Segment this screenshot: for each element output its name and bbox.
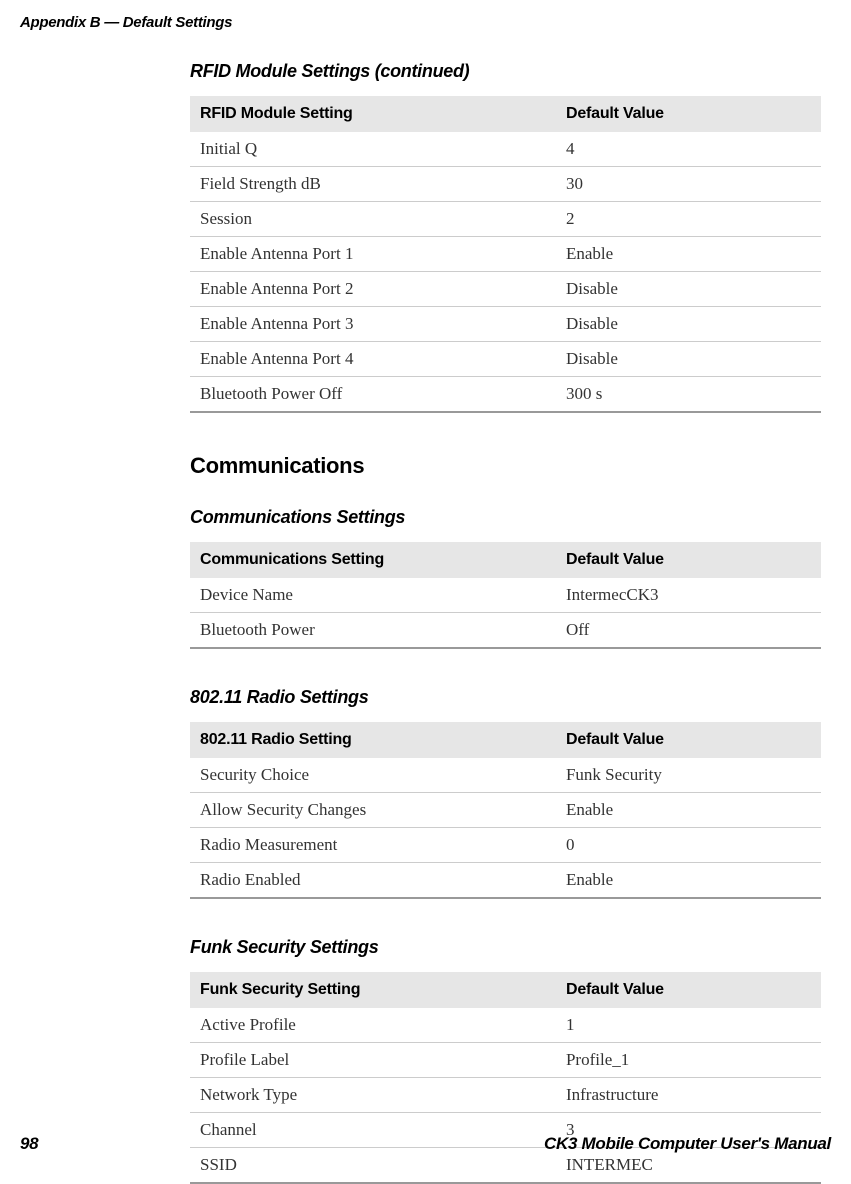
communications-table-title: Communications Settings: [190, 507, 821, 528]
value-cell: Disable: [556, 342, 821, 377]
rfid-settings-table: RFID Module Setting Default Value Initia…: [190, 96, 821, 413]
radio-col-setting: 802.11 Radio Setting: [190, 722, 556, 758]
value-cell: 4: [556, 132, 821, 167]
table-row: Enable Antenna Port 3Disable: [190, 307, 821, 342]
setting-cell: Initial Q: [190, 132, 556, 167]
setting-cell: Session: [190, 202, 556, 237]
value-cell: Disable: [556, 307, 821, 342]
value-cell: IntermecCK3: [556, 578, 821, 613]
setting-cell: Radio Measurement: [190, 828, 556, 863]
value-cell: Disable: [556, 272, 821, 307]
radio-col-value: Default Value: [556, 722, 821, 758]
table-row: Enable Antenna Port 1Enable: [190, 237, 821, 272]
table-row: Enable Antenna Port 2Disable: [190, 272, 821, 307]
communications-heading: Communications: [190, 453, 821, 479]
table-row: Profile LabelProfile_1: [190, 1043, 821, 1078]
setting-cell: Radio Enabled: [190, 863, 556, 899]
page-footer: 98 CK3 Mobile Computer User's Manual: [0, 1134, 851, 1154]
value-cell: 0: [556, 828, 821, 863]
funk-col-value: Default Value: [556, 972, 821, 1008]
value-cell: Infrastructure: [556, 1078, 821, 1113]
rfid-col-value: Default Value: [556, 96, 821, 132]
table-row: Enable Antenna Port 4Disable: [190, 342, 821, 377]
table-row: Bluetooth Power Off300 s: [190, 377, 821, 413]
setting-cell: Enable Antenna Port 4: [190, 342, 556, 377]
table-row: Bluetooth PowerOff: [190, 613, 821, 649]
value-cell: 30: [556, 167, 821, 202]
value-cell: Funk Security: [556, 758, 821, 793]
setting-cell: Bluetooth Power Off: [190, 377, 556, 413]
table-row: Device NameIntermecCK3: [190, 578, 821, 613]
table-row: Network TypeInfrastructure: [190, 1078, 821, 1113]
comm-col-value: Default Value: [556, 542, 821, 578]
manual-title: CK3 Mobile Computer User's Manual: [544, 1134, 831, 1154]
page-number: 98: [20, 1134, 38, 1154]
setting-cell: Allow Security Changes: [190, 793, 556, 828]
value-cell: Enable: [556, 793, 821, 828]
appendix-header: Appendix B — Default Settings: [0, 0, 851, 31]
setting-cell: Field Strength dB: [190, 167, 556, 202]
table-row: Active Profile1: [190, 1008, 821, 1043]
page-content: RFID Module Settings (continued) RFID Mo…: [0, 31, 851, 1184]
setting-cell: Enable Antenna Port 2: [190, 272, 556, 307]
value-cell: 300 s: [556, 377, 821, 413]
table-row: Allow Security ChangesEnable: [190, 793, 821, 828]
setting-cell: Enable Antenna Port 1: [190, 237, 556, 272]
setting-cell: Device Name: [190, 578, 556, 613]
rfid-col-setting: RFID Module Setting: [190, 96, 556, 132]
setting-cell: Profile Label: [190, 1043, 556, 1078]
setting-cell: Bluetooth Power: [190, 613, 556, 649]
table-row: Field Strength dB30: [190, 167, 821, 202]
value-cell: Profile_1: [556, 1043, 821, 1078]
setting-cell: Network Type: [190, 1078, 556, 1113]
setting-cell: Enable Antenna Port 3: [190, 307, 556, 342]
radio-table-title: 802.11 Radio Settings: [190, 687, 821, 708]
value-cell: 2: [556, 202, 821, 237]
value-cell: 1: [556, 1008, 821, 1043]
value-cell: Enable: [556, 237, 821, 272]
setting-cell: Security Choice: [190, 758, 556, 793]
table-row: Initial Q4: [190, 132, 821, 167]
rfid-table-title: RFID Module Settings (continued): [190, 61, 821, 82]
value-cell: Enable: [556, 863, 821, 899]
value-cell: Off: [556, 613, 821, 649]
table-row: Security ChoiceFunk Security: [190, 758, 821, 793]
radio-settings-table: 802.11 Radio Setting Default Value Secur…: [190, 722, 821, 899]
comm-col-setting: Communications Setting: [190, 542, 556, 578]
funk-table-title: Funk Security Settings: [190, 937, 821, 958]
communications-settings-table: Communications Setting Default Value Dev…: [190, 542, 821, 649]
funk-col-setting: Funk Security Setting: [190, 972, 556, 1008]
table-row: Radio Measurement0: [190, 828, 821, 863]
setting-cell: Active Profile: [190, 1008, 556, 1043]
table-row: Radio EnabledEnable: [190, 863, 821, 899]
table-row: Session2: [190, 202, 821, 237]
